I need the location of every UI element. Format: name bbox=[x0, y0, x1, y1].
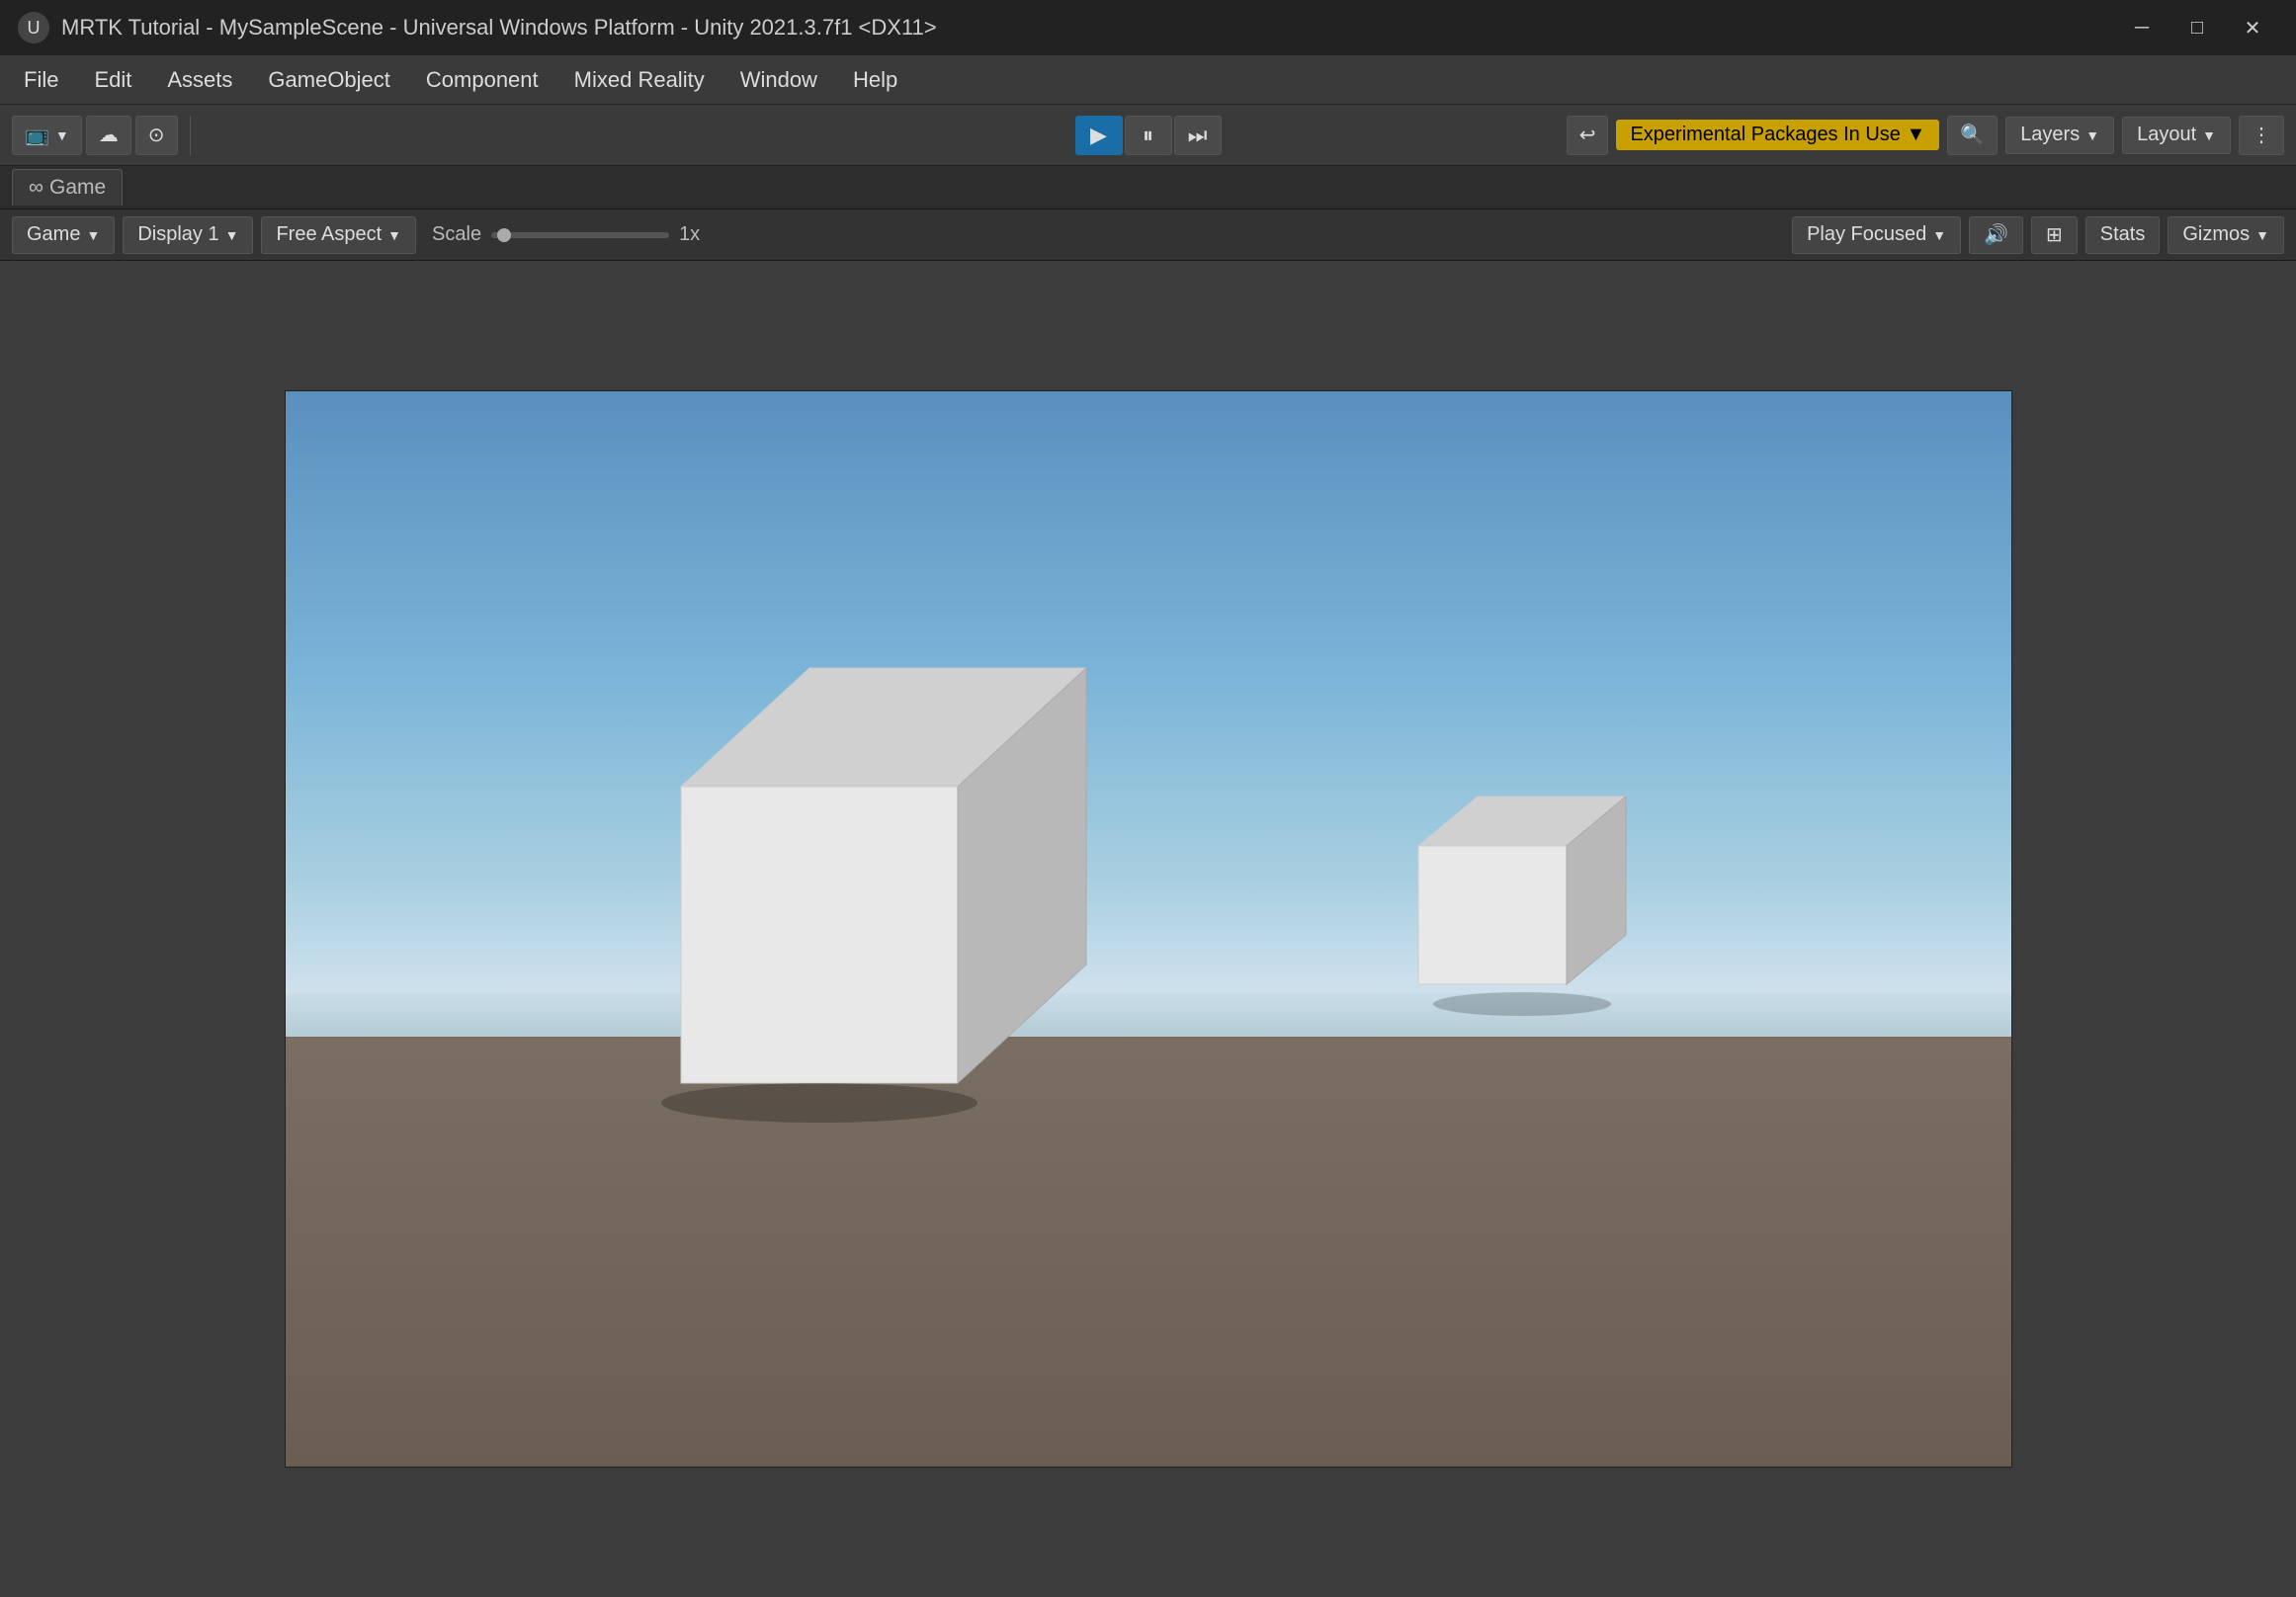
titlebar: U MRTK Tutorial - MySampleScene - Univer… bbox=[0, 0, 2296, 55]
layers-btn[interactable]: Layers ▼ bbox=[2005, 117, 2114, 154]
main-content bbox=[0, 261, 2296, 1597]
gizmos-btn[interactable]: Gizmos ▼ bbox=[2168, 216, 2284, 254]
display-btn[interactable]: Display 1 ▼ bbox=[123, 216, 253, 254]
cube-small-svg bbox=[1408, 787, 1665, 1024]
window-title: MRTK Tutorial - MySampleScene - Universa… bbox=[61, 15, 2114, 41]
minimize-button[interactable]: ─ bbox=[2114, 0, 2169, 55]
layers-chevron: ▼ bbox=[2085, 127, 2099, 143]
scale-knob bbox=[497, 228, 511, 242]
account-icon: ⊙ bbox=[148, 123, 165, 147]
layout-btn[interactable]: Layout ▼ bbox=[2122, 117, 2231, 154]
cube-large bbox=[661, 668, 1155, 1149]
play-focused-btn[interactable]: Play Focused ▼ bbox=[1792, 216, 1961, 254]
undo-history-btn[interactable]: ↩ bbox=[1567, 116, 1609, 155]
aspect-label: Free Aspect bbox=[276, 223, 382, 246]
gizmos-chevron: ▼ bbox=[2255, 227, 2269, 243]
play-focused-label: Play Focused bbox=[1807, 223, 1926, 246]
account-btn[interactable]: ⊙ bbox=[135, 116, 178, 155]
experimental-packages-btn[interactable]: Experimental Packages In Use ▼ bbox=[1616, 120, 1939, 150]
menu-window[interactable]: Window bbox=[724, 61, 833, 99]
menu-component[interactable]: Component bbox=[410, 61, 554, 99]
audio-icon: 🔊 bbox=[1984, 222, 2008, 247]
scale-slider[interactable] bbox=[491, 232, 669, 238]
transform-chevron: ▼ bbox=[55, 127, 69, 143]
toolbar-right: ↩ Experimental Packages In Use ▼ 🔍 Layer… bbox=[1567, 116, 2284, 155]
game-tab-icon: ∞ bbox=[29, 176, 43, 200]
layout-chevron: ▼ bbox=[2202, 127, 2216, 143]
experimental-packages-label: Experimental Packages In Use ▼ bbox=[1630, 124, 1925, 146]
cube-small bbox=[1408, 787, 1665, 1031]
game-chevron: ▼ bbox=[86, 227, 100, 243]
layout-label: Layout bbox=[2137, 124, 2196, 146]
more-options-btn[interactable]: ⋮ bbox=[2239, 116, 2284, 155]
maximize-button[interactable]: □ bbox=[2169, 0, 2225, 55]
gizmos-label: Gizmos bbox=[2182, 223, 2250, 246]
scale-label: Scale bbox=[432, 223, 481, 246]
scale-value: 1x bbox=[679, 223, 700, 246]
cloud-icon: ☁ bbox=[99, 123, 119, 147]
pause-button[interactable]: ⏸ bbox=[1125, 116, 1172, 155]
menu-gameobject[interactable]: GameObject bbox=[252, 61, 406, 99]
gameview-right-controls: Play Focused ▼ 🔊 ⊞ Stats Gizmos ▼ bbox=[1792, 216, 2284, 254]
menu-edit[interactable]: Edit bbox=[78, 61, 147, 99]
game-label-btn[interactable]: Game ▼ bbox=[12, 216, 115, 254]
window-controls: ─ □ ✕ bbox=[2114, 0, 2280, 55]
game-label: Game bbox=[27, 223, 80, 246]
unity-icon: U bbox=[16, 10, 51, 45]
tab-row: ∞ Game bbox=[0, 166, 2296, 210]
toolbar: 📺 ▼ ☁ ⊙ ▶ ⏸ ⏭ ↩ Experimental Packages In… bbox=[0, 105, 2296, 166]
cloud-btn[interactable]: ☁ bbox=[86, 116, 131, 155]
aspect-ratio-icon-btn[interactable]: ⊞ bbox=[2031, 216, 2078, 254]
svg-text:U: U bbox=[28, 18, 41, 38]
cube-large-svg bbox=[661, 668, 1155, 1142]
stats-btn[interactable]: Stats bbox=[2085, 216, 2161, 254]
dots-icon: ⋮ bbox=[2252, 123, 2271, 147]
step-button[interactable]: ⏭ bbox=[1174, 116, 1222, 155]
play-button[interactable]: ▶ bbox=[1075, 116, 1123, 155]
aspect-btn[interactable]: Free Aspect ▼ bbox=[261, 216, 416, 254]
display-chevron: ▼ bbox=[225, 227, 239, 243]
audio-btn[interactable]: 🔊 bbox=[1969, 216, 2023, 254]
close-button[interactable]: ✕ bbox=[2225, 0, 2280, 55]
gameview-toolbar: Game ▼ Display 1 ▼ Free Aspect ▼ Scale 1… bbox=[0, 210, 2296, 261]
stats-label: Stats bbox=[2100, 223, 2146, 246]
transform-tools-group: 📺 ▼ ☁ ⊙ bbox=[12, 116, 191, 155]
play-focused-chevron: ▼ bbox=[1932, 227, 1946, 243]
undo-icon: ↩ bbox=[1579, 123, 1596, 147]
menu-mixed-reality[interactable]: Mixed Reality bbox=[558, 61, 721, 99]
tv-icon: 📺 bbox=[25, 123, 49, 147]
game-tab[interactable]: ∞ Game bbox=[12, 169, 123, 206]
scale-control: Scale 1x bbox=[432, 223, 700, 246]
menu-assets[interactable]: Assets bbox=[151, 61, 248, 99]
menu-file[interactable]: File bbox=[8, 61, 74, 99]
play-controls: ▶ ⏸ ⏭ bbox=[1075, 116, 1222, 155]
menubar: File Edit Assets GameObject Component Mi… bbox=[0, 55, 2296, 105]
transform-tool-btn[interactable]: 📺 ▼ bbox=[12, 116, 82, 155]
search-icon: 🔍 bbox=[1960, 123, 1985, 147]
display-label: Display 1 bbox=[137, 223, 218, 246]
menu-help[interactable]: Help bbox=[837, 61, 913, 99]
game-viewport[interactable] bbox=[285, 390, 2012, 1468]
search-btn[interactable]: 🔍 bbox=[1947, 116, 1998, 155]
layers-label: Layers bbox=[2020, 124, 2080, 146]
game-tab-label: Game bbox=[49, 176, 106, 200]
aspect-ratio-icon: ⊞ bbox=[2046, 222, 2063, 247]
aspect-chevron: ▼ bbox=[387, 227, 401, 243]
